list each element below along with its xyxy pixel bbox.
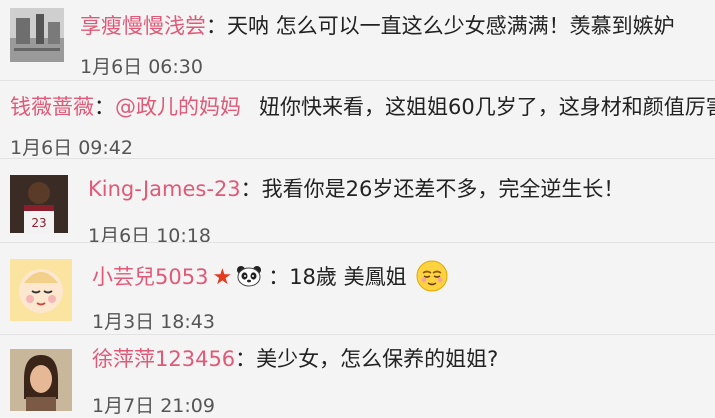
timestamp: 1月6日 06:30 [80, 56, 203, 78]
avatar[interactable] [10, 259, 72, 321]
mention-link[interactable]: @政儿的妈妈 [115, 95, 241, 119]
username-link[interactable]: 徐萍萍123456 [92, 347, 235, 371]
comment-text: 18歲 美鳳姐 [289, 265, 407, 289]
separator: ： [94, 95, 115, 119]
username-link[interactable]: 小芸兒5053 [92, 265, 208, 289]
timestamp: 1月3日 18:43 [92, 311, 215, 333]
comment-text: 天呐 怎么可以一直这么少女感满满！羡慕到嫉妒 [227, 14, 675, 38]
basketball-player-avatar: 23 [10, 175, 68, 233]
comment-item: 享瘦慢慢浅尝：天呐 怎么可以一直这么少女感满满！羡慕到嫉妒 1月6日 06:30 [0, 0, 715, 80]
separator: ： [240, 177, 262, 201]
comment-text: 我看你是26岁还差不多，完全逆生长！ [261, 177, 625, 201]
comment-text: 妞你快来看，这姐姐60几岁了，这身材和颜值厉害了 [259, 95, 715, 119]
username-link[interactable]: 享瘦慢慢浅尝 [80, 14, 206, 38]
comment-item: 小芸兒5053 ★ ：18歲 美鳳姐 1月3日 18:43 [0, 242, 715, 335]
cartoon-baby-avatar [10, 259, 72, 321]
separator: ： [206, 14, 227, 38]
avatar[interactable] [10, 8, 64, 62]
username-link[interactable]: 钱薇蔷薇 [10, 95, 94, 119]
comment-item: 徐萍萍123456：美少女，怎么保养的姐姐? 1月7日 21:09 [0, 334, 715, 418]
username-link[interactable]: King-James-23 [88, 177, 241, 201]
panda-emoji-icon [236, 265, 262, 287]
separator: ： [235, 347, 257, 371]
comment-item: 钱薇蔷薇：@政儿的妈妈 妞你快来看，这姐姐60几岁了，这身材和颜值厉害了 1月6日… [0, 80, 715, 159]
relieved-face-emoji-icon [415, 259, 449, 293]
rural-grayscale-photo-avatar [10, 8, 64, 62]
red-star-icon: ★ [212, 265, 233, 290]
timestamp: 1月6日 09:42 [10, 137, 133, 159]
woman-photo-avatar [10, 349, 72, 411]
svg-text:23: 23 [31, 216, 46, 230]
comment-item: 23 King-James-23：我看你是26岁还差不多，完全逆生长！ 1月6日… [0, 158, 715, 247]
separator: ： [268, 265, 290, 289]
avatar[interactable]: 23 [10, 175, 68, 233]
timestamp: 1月7日 21:09 [92, 395, 215, 417]
avatar[interactable] [10, 349, 72, 411]
comment-text: 美少女，怎么保养的姐姐? [256, 347, 499, 371]
